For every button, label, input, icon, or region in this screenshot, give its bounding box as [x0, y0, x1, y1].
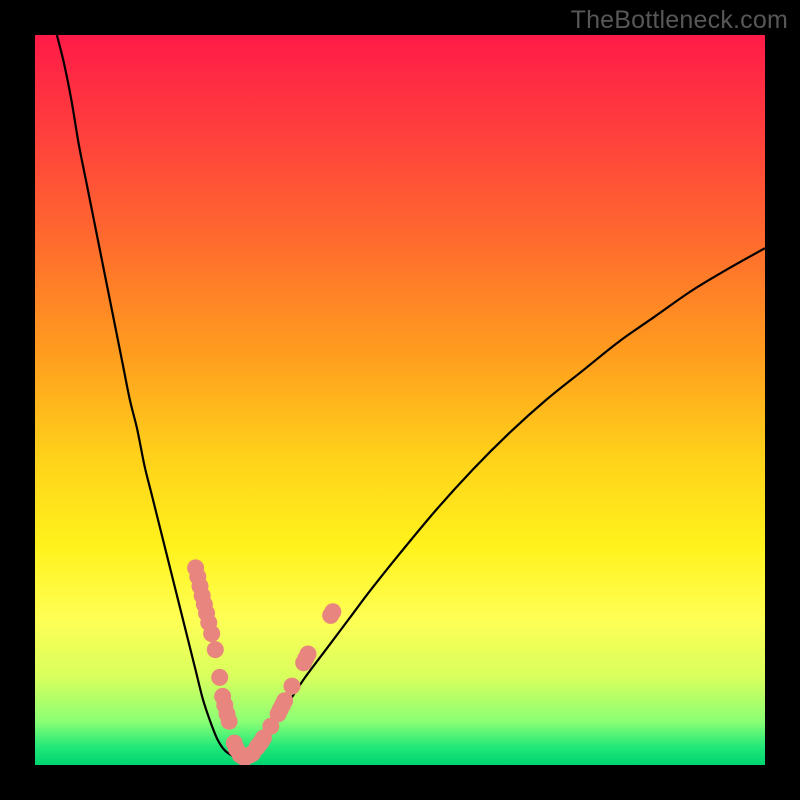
data-marker: [324, 603, 341, 620]
data-marker: [211, 669, 228, 686]
data-marker: [207, 641, 224, 658]
data-marker: [221, 713, 238, 730]
watermark-text: TheBottleneck.com: [571, 6, 788, 35]
data-marker: [283, 678, 300, 695]
chart-svg: [35, 35, 765, 765]
data-marker: [203, 625, 220, 642]
chart-frame: TheBottleneck.com: [0, 0, 800, 800]
gradient-background: [35, 35, 765, 765]
data-marker: [300, 646, 317, 663]
plot-area: [35, 35, 765, 765]
data-marker: [276, 692, 293, 709]
